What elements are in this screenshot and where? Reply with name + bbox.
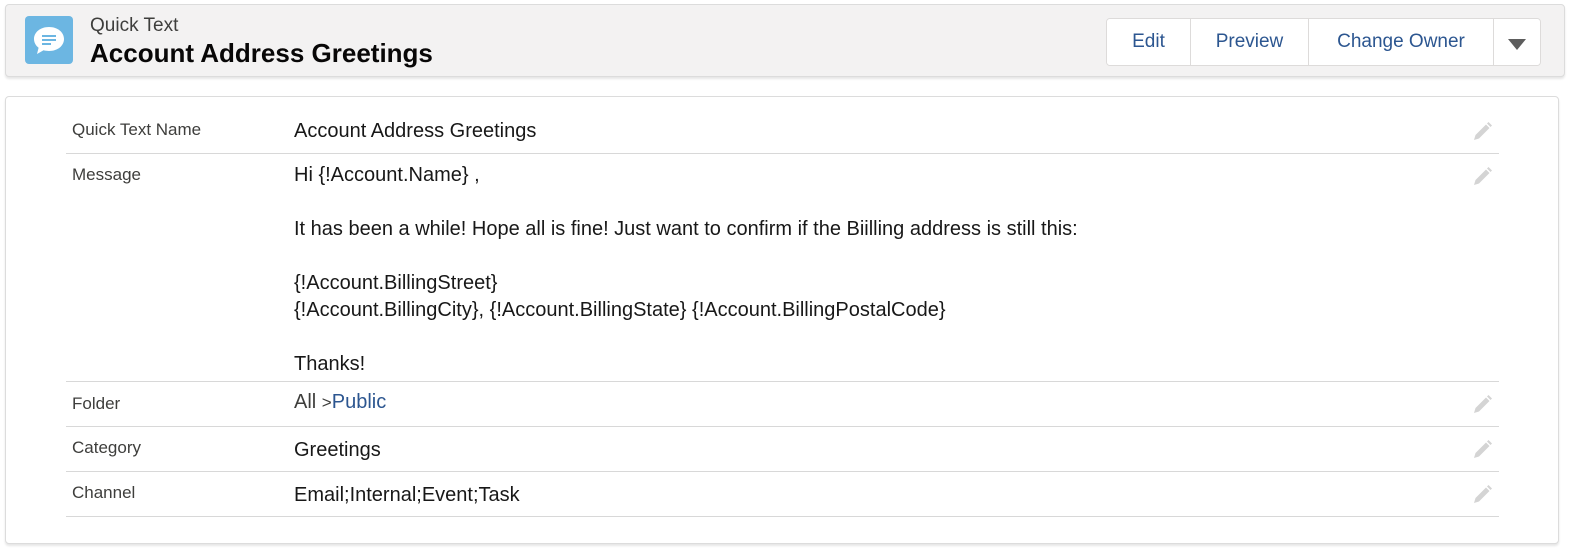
pencil-edit-icon[interactable] bbox=[1471, 484, 1493, 506]
message-line: Hi {!Account.Name} , bbox=[294, 164, 480, 186]
field-value: Account Address Greetings bbox=[294, 120, 537, 142]
preview-button[interactable]: Preview bbox=[1191, 19, 1309, 65]
chevron-down-icon bbox=[1508, 38, 1526, 50]
field-row-message: Message Hi {!Account.Name} , It has been… bbox=[66, 154, 1499, 382]
folder-link-public[interactable]: Public bbox=[332, 391, 386, 413]
breadcrumb-separator: > bbox=[321, 393, 332, 412]
message-line: Thanks! bbox=[294, 353, 366, 375]
field-value: Greetings bbox=[294, 439, 381, 461]
field-row-folder: Folder All >Public bbox=[66, 382, 1499, 427]
object-type-label: Quick Text bbox=[90, 15, 179, 36]
more-actions-button[interactable] bbox=[1494, 19, 1540, 65]
message-line: {!Account.BillingCity}, {!Account.Billin… bbox=[294, 299, 946, 321]
field-row-quick-text-name: Quick Text Name Account Address Greeting… bbox=[66, 109, 1499, 154]
action-button-group: Edit Preview Change Owner bbox=[1106, 18, 1541, 66]
record-detail-card: Quick Text Name Account Address Greeting… bbox=[5, 96, 1559, 544]
field-label: Folder bbox=[72, 394, 121, 413]
message-line: {!Account.BillingStreet} bbox=[294, 272, 498, 294]
folder-path: All >Public bbox=[294, 391, 386, 414]
field-label: Message bbox=[72, 165, 141, 184]
message-line bbox=[294, 189, 1078, 216]
folder-root: All bbox=[294, 391, 317, 413]
field-row-category: Category Greetings bbox=[66, 427, 1499, 472]
field-label: Quick Text Name bbox=[72, 120, 202, 139]
message-line: It has been a while! Hope all is fine! J… bbox=[294, 218, 1078, 240]
message-line bbox=[294, 243, 1078, 270]
pencil-edit-icon[interactable] bbox=[1471, 166, 1493, 188]
record-header: Quick Text Account Address Greetings Edi… bbox=[5, 4, 1565, 77]
record-title: Account Address Greetings bbox=[90, 38, 433, 68]
message-body: Hi {!Account.Name} , It has been a while… bbox=[294, 162, 1078, 378]
field-label: Category bbox=[72, 438, 141, 457]
field-value: Email;Internal;Event;Task bbox=[294, 484, 520, 506]
pencil-edit-icon[interactable] bbox=[1471, 394, 1493, 416]
message-line bbox=[294, 324, 1078, 351]
field-label: Channel bbox=[72, 483, 136, 502]
edit-button[interactable]: Edit bbox=[1107, 19, 1191, 65]
field-row-channel: Channel Email;Internal;Event;Task bbox=[66, 472, 1499, 517]
pencil-edit-icon[interactable] bbox=[1471, 439, 1493, 461]
pencil-edit-icon[interactable] bbox=[1471, 121, 1493, 143]
change-owner-button[interactable]: Change Owner bbox=[1309, 19, 1494, 65]
chat-bubble-icon bbox=[25, 16, 73, 64]
